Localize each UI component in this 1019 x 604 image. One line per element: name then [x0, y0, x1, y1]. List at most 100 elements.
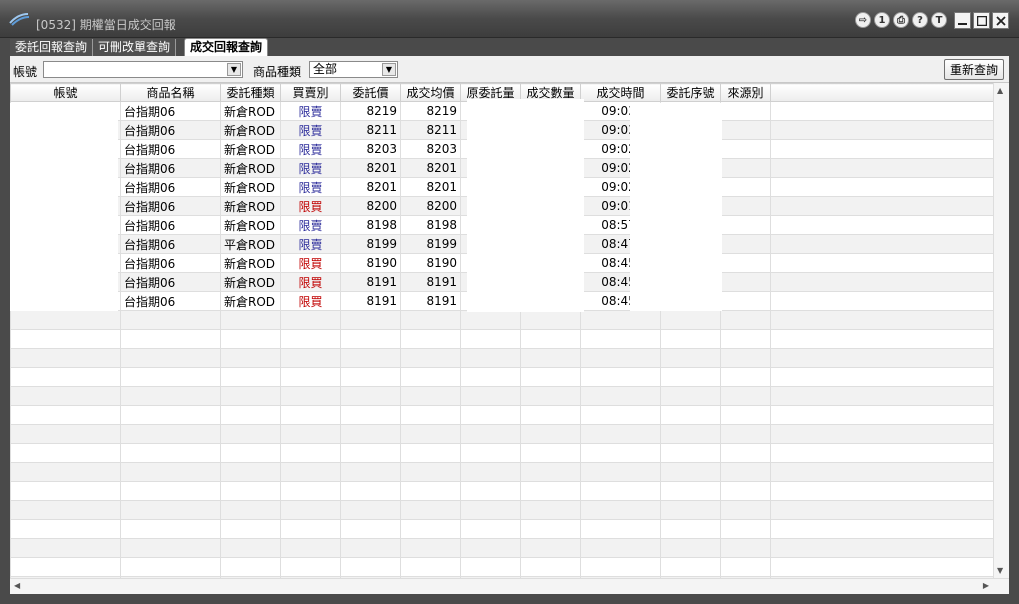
cell-empty	[280, 481, 341, 501]
cell-empty	[280, 348, 341, 368]
cell-empty	[340, 538, 401, 558]
cell-empty	[660, 424, 721, 444]
horizontal-scrollbar[interactable]: ◀ ▶	[10, 578, 1009, 594]
filter-bar: 帳號 ▼ 商品種類 全部 ▼ 重新查詢	[10, 56, 1009, 83]
cell-empty	[10, 367, 121, 387]
account-select[interactable]: ▼	[43, 61, 243, 78]
col-header[interactable]: 委託種類	[220, 83, 281, 102]
cell-empty	[220, 329, 281, 349]
cell-empty	[770, 481, 994, 501]
cell-side: 限賣	[280, 234, 341, 254]
cell-empty	[280, 519, 341, 539]
product-type-select[interactable]: 全部 ▼	[309, 61, 398, 78]
cell-empty	[400, 386, 461, 406]
maximize-button[interactable]	[973, 12, 990, 29]
cell-empty	[10, 386, 121, 406]
cell-empty	[580, 348, 661, 368]
cell-empty	[580, 481, 661, 501]
cell-side: 限賣	[280, 177, 341, 197]
cell-empty	[280, 462, 341, 482]
tab-trade-report[interactable]: 成交回報查詢	[184, 38, 269, 56]
cell-empty	[580, 538, 661, 558]
scroll-right-icon[interactable]: ▶	[983, 581, 989, 590]
table-row-empty	[10, 367, 994, 387]
cell-filler	[770, 272, 994, 292]
chevron-down-icon[interactable]: ▼	[382, 63, 396, 76]
table-row-empty	[10, 557, 994, 577]
vertical-scrollbar[interactable]: ▲ ▼	[993, 83, 1009, 578]
tab-cancellable-orders[interactable]: 可刪改單查詢	[93, 39, 177, 56]
cell-empty	[400, 348, 461, 368]
title-toolbar: ⇨ 1 ⎙ ? T	[855, 12, 947, 28]
refresh-button[interactable]: 重新查詢	[944, 59, 1004, 80]
cell-order-type: 新倉ROD	[220, 196, 281, 216]
cell-empty	[120, 443, 221, 463]
cell-empty	[770, 329, 994, 349]
minimize-button[interactable]	[954, 12, 971, 29]
cell-side: 限賣	[280, 139, 341, 159]
cell-empty	[340, 462, 401, 482]
cell-empty	[460, 500, 521, 520]
help-icon[interactable]: ?	[912, 12, 928, 28]
cell-order-type: 新倉ROD	[220, 101, 281, 121]
cell-empty	[400, 443, 461, 463]
cell-empty	[580, 500, 661, 520]
cell-product: 台指期06	[120, 291, 221, 311]
col-header[interactable]: 買賣別	[280, 83, 341, 102]
cell-empty	[10, 500, 121, 520]
tab-order-report[interactable]: 委託回報查詢	[10, 39, 94, 56]
cell-empty	[460, 405, 521, 425]
t-icon[interactable]: T	[931, 12, 947, 28]
cell-empty	[580, 557, 661, 577]
col-header[interactable]: 帳號	[10, 83, 121, 102]
table-row-empty	[10, 462, 994, 482]
cell-empty	[120, 557, 221, 577]
arrow-out-icon[interactable]: ⇨	[855, 12, 871, 28]
cell-empty	[220, 310, 281, 330]
col-header[interactable]: 委託價	[340, 83, 401, 102]
cell-empty	[120, 367, 221, 387]
window-controls	[954, 12, 1009, 29]
cell-product: 台指期06	[120, 120, 221, 140]
cell-filler	[770, 120, 994, 140]
table-row-empty	[10, 481, 994, 501]
scroll-up-icon[interactable]: ▲	[997, 86, 1003, 95]
cell-empty	[400, 538, 461, 558]
cell-empty	[660, 386, 721, 406]
col-header[interactable]: 商品名稱	[120, 83, 221, 102]
cell-empty	[400, 405, 461, 425]
cell-source	[720, 272, 771, 292]
cell-empty	[460, 538, 521, 558]
close-button[interactable]	[992, 12, 1009, 29]
cell-empty	[720, 405, 771, 425]
cell-product: 台指期06	[120, 215, 221, 235]
cell-empty	[520, 424, 581, 444]
cell-empty	[580, 424, 661, 444]
col-header[interactable]: 委託序號	[660, 83, 721, 102]
col-header-filler	[770, 83, 994, 102]
cell-avg-price: 8190	[400, 253, 461, 273]
col-header[interactable]: 成交均價	[400, 83, 461, 102]
cell-empty	[400, 367, 461, 387]
col-header[interactable]: 來源別	[720, 83, 771, 102]
chevron-down-icon[interactable]: ▼	[227, 63, 241, 76]
cell-empty	[520, 443, 581, 463]
cell-empty	[720, 519, 771, 539]
cell-empty	[460, 310, 521, 330]
print-icon[interactable]: ⎙	[893, 12, 909, 28]
cell-empty	[280, 310, 341, 330]
cell-empty	[10, 481, 121, 501]
cell-empty	[520, 462, 581, 482]
cell-empty	[660, 443, 721, 463]
cell-side: 限買	[280, 272, 341, 292]
scroll-left-icon[interactable]: ◀	[14, 581, 20, 590]
cell-empty	[770, 557, 994, 577]
scroll-down-icon[interactable]: ▼	[997, 566, 1003, 575]
redaction-mask	[467, 99, 584, 312]
one-icon[interactable]: 1	[874, 12, 890, 28]
cell-empty	[660, 481, 721, 501]
cell-empty	[400, 557, 461, 577]
col-header[interactable]: 成交時間	[580, 83, 661, 102]
cell-empty	[720, 367, 771, 387]
cell-empty	[660, 500, 721, 520]
